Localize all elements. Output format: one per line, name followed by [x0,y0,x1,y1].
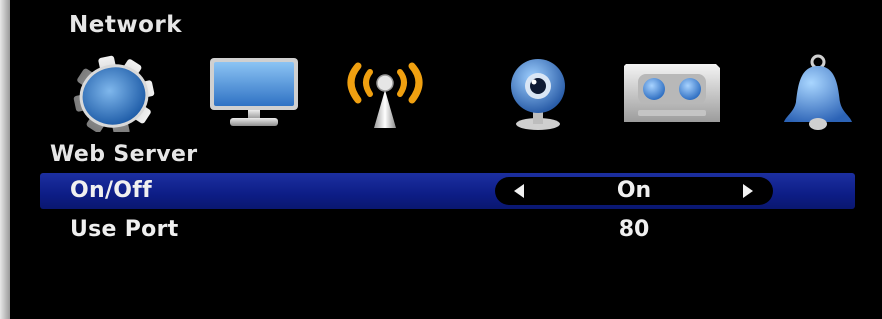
webcam-icon[interactable] [493,52,583,132]
screen-title: Network [69,12,183,38]
cassette-recorder-icon[interactable] [616,52,728,132]
setting-value[interactable]: 80 [495,217,773,242]
setting-label: On/Off [70,178,153,203]
section-heading: Web Server [50,142,198,167]
gear-icon[interactable] [60,52,165,132]
value-selector[interactable]: On [495,177,773,205]
setting-row-on-off[interactable]: On/Off On [40,173,855,209]
wireless-antenna-icon[interactable] [330,52,440,132]
setting-label: Use Port [70,217,179,242]
setting-row-use-port[interactable]: Use Port 80 [40,212,855,248]
right-arrow-icon[interactable] [743,184,753,198]
bell-icon[interactable] [770,52,865,132]
category-tab-bar [10,52,882,132]
setting-value: On [616,178,652,203]
monitor-icon[interactable] [200,52,310,132]
osd-menu: Network Web Server On/Off On Use Port 80 [0,0,882,319]
